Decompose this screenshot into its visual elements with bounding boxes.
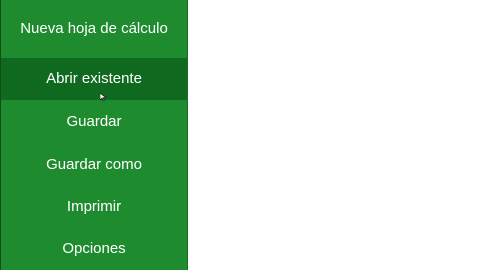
menu-item-open-existing[interactable]: Abrir existente	[1, 58, 187, 100]
menu-item-label: Abrir existente	[46, 70, 142, 87]
menu-item-label: Nueva hoja de cálculo	[20, 20, 168, 37]
menu-item-save-as[interactable]: Guardar como	[1, 144, 187, 186]
file-menu-sidebar: Nueva hoja de cálculo Abrir existente Gu…	[0, 0, 188, 270]
menu-item-new-spreadsheet[interactable]: Nueva hoja de cálculo	[1, 0, 187, 58]
menu-item-label: Opciones	[62, 240, 126, 257]
app-window: Nueva hoja de cálculo Abrir existente Gu…	[0, 0, 480, 270]
menu-item-label: Imprimir	[66, 198, 122, 215]
menu-item-save[interactable]: Guardar	[1, 100, 187, 144]
menu-item-label: Guardar como	[46, 156, 142, 173]
menu-item-print[interactable]: Imprimir	[1, 186, 187, 228]
menu-item-options[interactable]: Opciones	[1, 228, 187, 270]
pointer-cursor-icon	[100, 93, 106, 101]
menu-item-label: Guardar	[66, 113, 122, 130]
main-content-area	[188, 0, 480, 270]
